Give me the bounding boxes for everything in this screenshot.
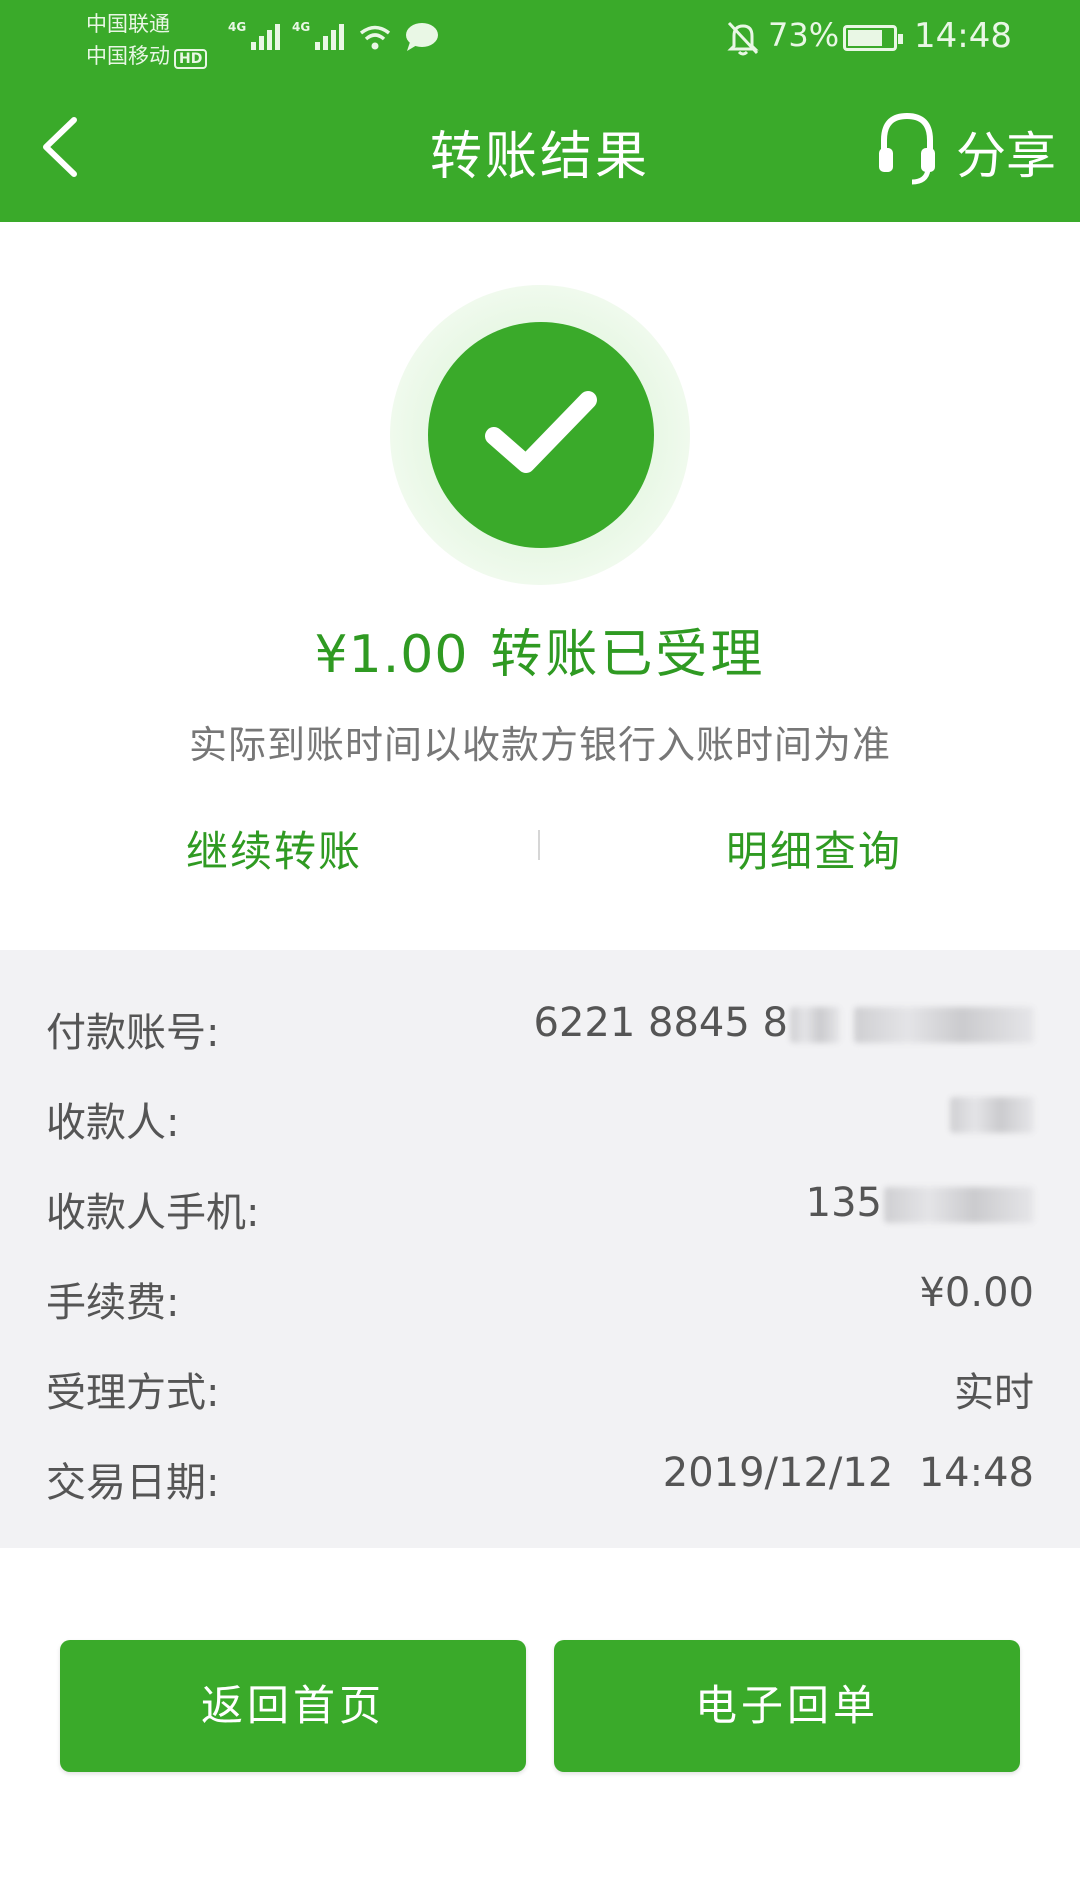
carrier-name-2: 中国移动 HD	[86, 40, 208, 72]
continue-transfer-link[interactable]: 继续转账	[186, 818, 362, 879]
signal-1-icon: 4G	[228, 20, 281, 50]
detail-value	[950, 1090, 1034, 1136]
carrier-name-1: 中国联通	[86, 12, 170, 36]
status-bar: 中国联通 中国移动 HD 4G 4G 73% 14:48	[0, 0, 1080, 82]
detail-label: 收款人:	[46, 1100, 180, 1146]
e-receipt-button[interactable]: 电子回单	[554, 1640, 1020, 1772]
redacted-mask	[854, 1007, 1034, 1043]
redacted-mask	[884, 1187, 1034, 1223]
detail-value: 135	[806, 1180, 1034, 1226]
detail-row-payee: 收款人:	[46, 1090, 1034, 1150]
redacted-mask	[950, 1097, 1034, 1133]
detail-query-link[interactable]: 明细查询	[726, 818, 902, 879]
battery-icon	[843, 25, 903, 51]
app-header: 转账结果 分享	[0, 82, 1080, 222]
detail-value: 实时	[954, 1370, 1034, 1416]
detail-row-date: 交易日期: 2019/12/12 14:48	[46, 1450, 1034, 1510]
detail-value: 6221 8845 8	[534, 1000, 1034, 1046]
detail-label: 付款账号:	[46, 1010, 220, 1056]
status-time: 14:48	[914, 16, 1012, 56]
wifi-icon	[359, 25, 391, 50]
detail-row-payer-account: 付款账号: 6221 8845 8	[46, 1000, 1034, 1060]
detail-label: 手续费:	[46, 1280, 180, 1326]
detail-label: 受理方式:	[46, 1370, 220, 1416]
arrival-notice: 实际到账时间以收款方银行入账时间为准	[188, 723, 891, 767]
detail-label: 交易日期:	[46, 1460, 220, 1506]
hd-badge: HD	[174, 49, 208, 69]
transaction-details: 付款账号: 6221 8845 8 收款人: 收款人手机: 135 手续费: ¥…	[0, 950, 1080, 1548]
action-divider	[538, 830, 540, 860]
signal-2-icon: 4G	[292, 20, 345, 50]
detail-row-fee: 手续费: ¥0.00	[46, 1270, 1034, 1330]
battery-percent: 73%	[768, 16, 840, 54]
result-summary: ¥1.00 转账已受理	[0, 612, 1080, 687]
return-home-button[interactable]: 返回首页	[60, 1640, 526, 1772]
headset-icon[interactable]	[876, 108, 938, 186]
detail-value: ¥0.00	[919, 1270, 1034, 1316]
check-mark-icon	[485, 391, 597, 473]
transfer-status: 转账已受理	[490, 625, 766, 685]
success-check-icon	[428, 322, 654, 548]
detail-label: 收款人手机:	[46, 1190, 260, 1236]
chat-bubble-icon	[406, 23, 438, 51]
carrier-info: 中国联通 中国移动 HD	[86, 8, 208, 72]
detail-value: 2019/12/12 14:48	[662, 1450, 1034, 1496]
bell-off-icon	[727, 21, 759, 56]
transfer-amount: ¥1.00	[314, 625, 469, 685]
detail-row-method: 受理方式: 实时	[46, 1360, 1034, 1420]
detail-row-payee-phone: 收款人手机: 135	[46, 1180, 1034, 1240]
redacted-mask	[790, 1007, 840, 1043]
share-button[interactable]: 分享	[956, 116, 1056, 188]
